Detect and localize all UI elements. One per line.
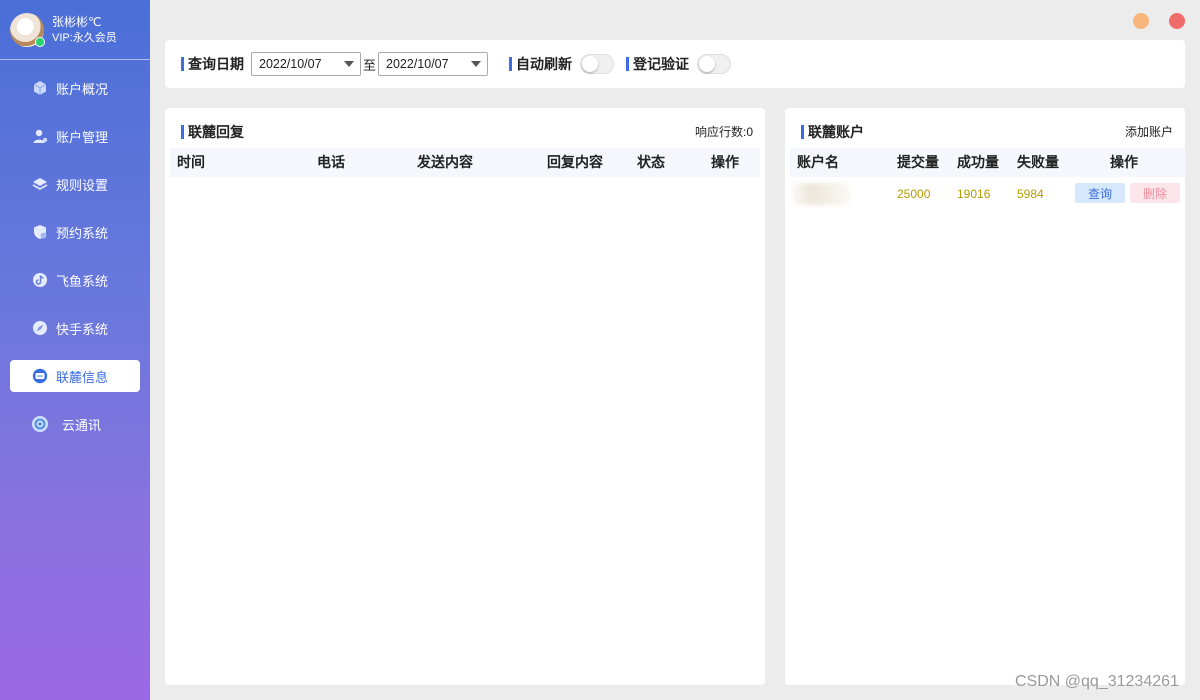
success-count: 19016 [957, 187, 991, 201]
user-icon [30, 126, 50, 146]
online-status-dot [35, 36, 45, 47]
auto-refresh-toggle[interactable] [580, 54, 615, 74]
start-date-value: 2022/10/07 [259, 57, 322, 71]
column-header: 回复内容 [547, 154, 603, 170]
column-header: 电话 [317, 154, 345, 170]
sidebar-item-rules[interactable]: 规则设置 [10, 168, 140, 200]
column-header: 提交量 [897, 154, 939, 170]
sidebar-item-booking[interactable]: 预约系统 [10, 216, 140, 248]
toggle-knob [699, 56, 716, 72]
account-name-redacted [793, 183, 851, 205]
sidebar-item-label: 飞鱼系统 [56, 273, 109, 289]
sidebar-item-feiyu[interactable]: 飞鱼系统 [10, 264, 140, 296]
end-date-value: 2022/10/07 [386, 57, 449, 71]
column-header: 成功量 [957, 154, 999, 170]
query-button[interactable]: 查询 [1075, 183, 1125, 203]
sidebar-item-lianlu-info[interactable]: 联麓信息 [10, 360, 140, 392]
verify-label: 登记验证 [626, 57, 689, 71]
submitted-count: 25000 [897, 187, 931, 201]
sidebar-item-label: 预约系统 [56, 225, 109, 241]
sidebar-item-label: 云通讯 [62, 417, 102, 433]
profile-vip: VIP:永久会员 [52, 31, 117, 44]
cube-icon [30, 78, 50, 98]
chevron-down-icon [344, 61, 354, 67]
filter-bar: 查询日期 2022/10/07 至 2022/10/07 自动刷新 登记验证 [165, 40, 1185, 88]
add-account-button[interactable]: 添加账户 [1125, 125, 1173, 139]
column-header: 状态 [637, 154, 665, 170]
column-header: 时间 [177, 154, 205, 170]
sidebar-item-label: 联麓信息 [56, 369, 109, 385]
sidebar-item-label: 快手系统 [56, 321, 109, 337]
reply-panel: 联麓回复 响应行数:0 时间 电话 发送内容 回复内容 状态 操作 [165, 108, 765, 685]
avatar[interactable] [10, 12, 45, 47]
sidebar-item-label: 账户管理 [56, 129, 109, 145]
chevron-down-icon [471, 61, 482, 67]
layers-icon [30, 174, 50, 194]
profile: 张彬彬℃ VIP:永久会员 [0, 0, 150, 60]
query-date-label: 查询日期 [181, 57, 244, 71]
column-header: 失败量 [1017, 154, 1059, 170]
compass-icon [30, 318, 50, 338]
column-header: 账户名 [797, 154, 839, 170]
profile-info: 张彬彬℃ VIP:永久会员 [52, 14, 117, 46]
close-button[interactable] [1169, 13, 1185, 29]
account-table-header: 账户名 提交量 成功量 失败量 操作 [790, 148, 1185, 177]
sidebar: 张彬彬℃ VIP:永久会员 账户概况 账户管理 规则设置 预约系统 飞鱼系统 快… [0, 0, 150, 700]
sidebar-item-account-management[interactable]: 账户管理 [10, 120, 140, 152]
watermark: CSDN @qq_31234261 [1015, 673, 1179, 690]
date-range-separator: 至 [363, 57, 377, 73]
minimize-button[interactable] [1133, 13, 1149, 29]
account-panel: 联麓账户 添加账户 账户名 提交量 成功量 失败量 操作 25000 19016… [785, 108, 1185, 685]
end-date-picker[interactable]: 2022/10/07 [378, 52, 489, 76]
start-date-picker[interactable]: 2022/10/07 [251, 52, 361, 76]
profile-name: 张彬彬℃ [52, 14, 102, 29]
column-header: 操作 [711, 154, 739, 170]
sidebar-item-account-overview[interactable]: 账户概况 [10, 72, 140, 104]
shield-icon [30, 222, 50, 242]
account-panel-title: 联麓账户 [801, 125, 864, 139]
column-header: 操作 [1110, 154, 1138, 170]
tiktok-icon [30, 270, 50, 290]
column-header: 发送内容 [417, 154, 473, 170]
cloud-sync-icon [30, 414, 50, 434]
sidebar-item-label: 账户概况 [56, 81, 109, 97]
sidebar-item-cloud-comm[interactable]: 云通讯 [10, 408, 140, 440]
verify-toggle[interactable] [697, 54, 732, 74]
message-icon [30, 366, 50, 386]
sidebar-item-kuaishou[interactable]: 快手系统 [10, 312, 140, 344]
toggle-knob [582, 56, 599, 72]
reply-table-header: 时间 电话 发送内容 回复内容 状态 操作 [170, 148, 760, 177]
auto-refresh-label: 自动刷新 [509, 57, 572, 71]
sidebar-item-label: 规则设置 [56, 177, 109, 193]
reply-panel-title: 联麓回复 [181, 125, 244, 139]
response-count: 响应行数:0 [694, 125, 753, 139]
failed-count: 5984 [1017, 187, 1044, 201]
delete-button[interactable]: 删除 [1130, 183, 1180, 203]
